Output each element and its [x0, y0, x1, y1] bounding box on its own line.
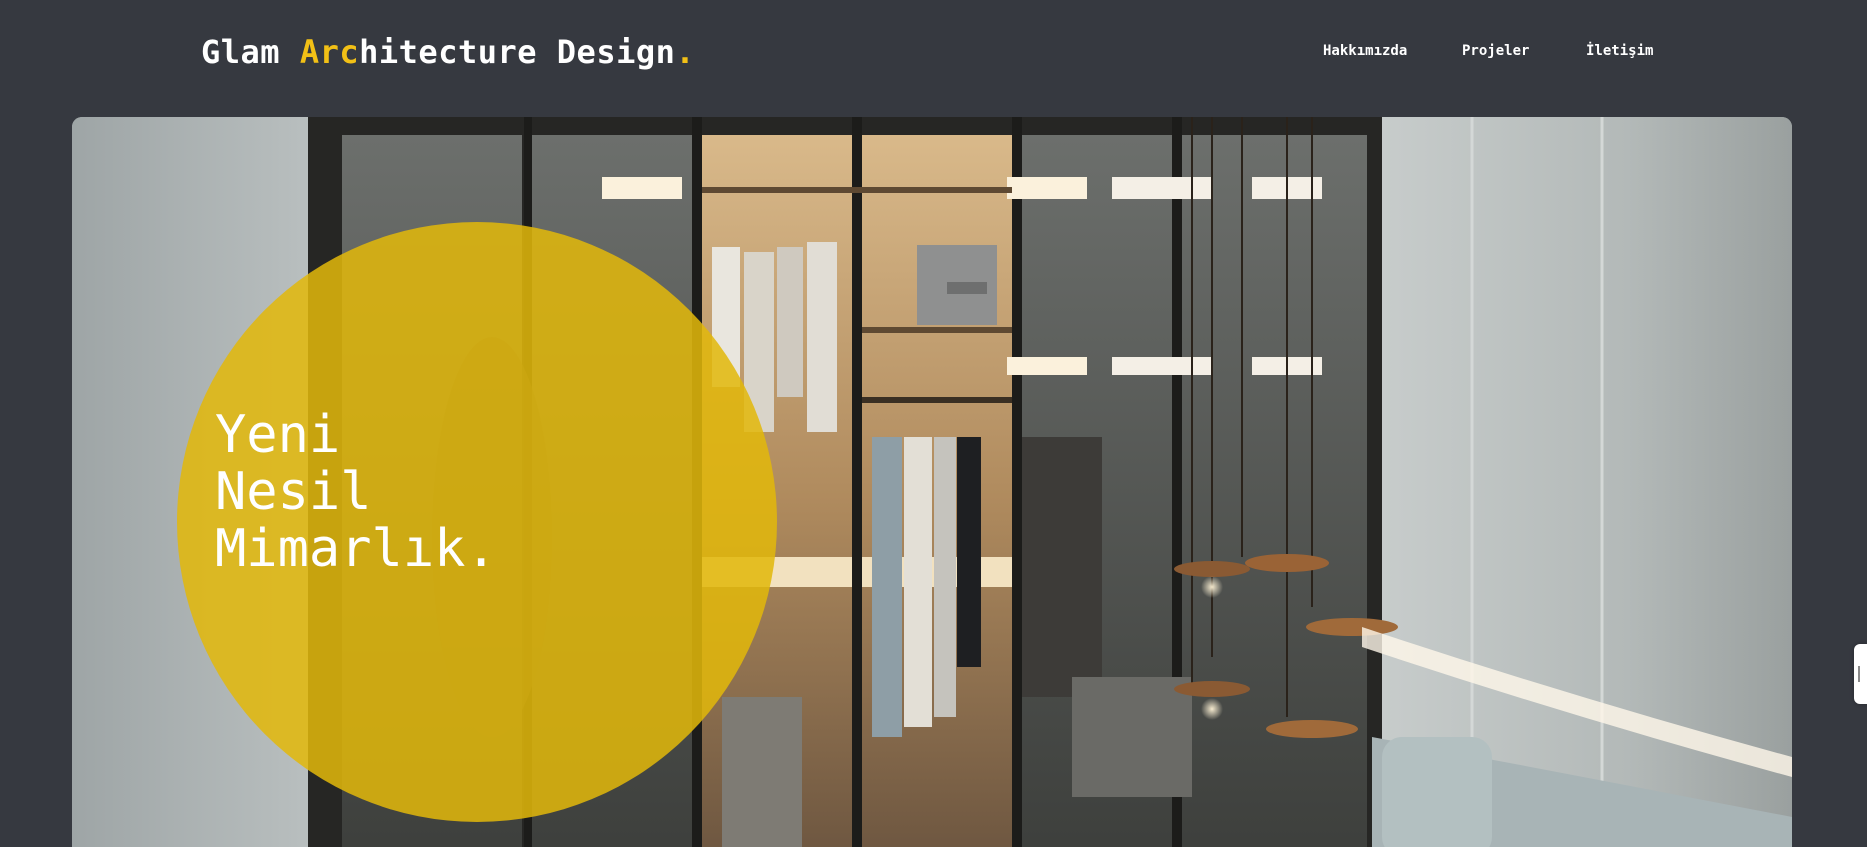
site-header: Glam Architecture Design. Hakkımızda Pro…: [0, 0, 1867, 104]
hero-title: Yeni Nesil Mimarlık.: [215, 407, 497, 578]
feedback-tab-icon: [1858, 666, 1867, 682]
nav-link-projects[interactable]: Projeler: [1462, 40, 1529, 62]
logo-text-part1: Glam: [201, 33, 300, 71]
hero-title-line-1: Yeni: [215, 405, 341, 465]
side-feedback-tab[interactable]: [1854, 644, 1867, 704]
nav-link-about[interactable]: Hakkımızda: [1323, 40, 1407, 62]
hero-section: Yeni Nesil Mimarlık.: [72, 117, 1792, 847]
hero-title-line-2: Nesil: [215, 462, 372, 522]
logo-dot: .: [675, 33, 696, 71]
logo-text-part2: hitecture Design: [359, 33, 676, 71]
page: Glam Architecture Design. Hakkımızda Pro…: [0, 0, 1867, 847]
logo-text-accent: Arc: [299, 33, 360, 71]
hero-title-line-3: Mimarlık.: [215, 519, 497, 579]
nav-link-contact[interactable]: İletişim: [1586, 40, 1653, 62]
site-logo[interactable]: Glam Architecture Design.: [201, 30, 695, 74]
